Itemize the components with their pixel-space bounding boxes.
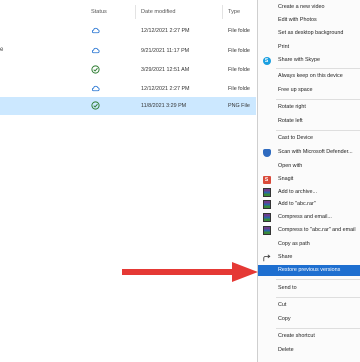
menu-item-label: Set as desktop background xyxy=(278,30,344,36)
menu-item[interactable]: Always keep on this device xyxy=(258,71,360,82)
menu-item-label: Restore previous versions xyxy=(278,267,341,273)
row-name-fragment: e xyxy=(0,47,4,53)
menu-separator xyxy=(276,279,360,280)
menu-item-label: Share xyxy=(278,254,293,260)
menu-item-label: Rotate right xyxy=(278,104,306,110)
rar-icon xyxy=(262,188,271,197)
menu-item-label: Delete xyxy=(278,347,294,353)
rar-icon xyxy=(262,213,271,222)
file-row[interactable]: 12/12/2021 2:27 PM File folde xyxy=(0,22,256,40)
menu-item[interactable]: Restore previous versions xyxy=(258,265,360,276)
menu-item-label: Copy as path xyxy=(278,241,310,247)
column-divider[interactable] xyxy=(135,5,136,19)
menu-item[interactable]: Rotate right xyxy=(258,102,360,113)
menu-item[interactable]: Cut xyxy=(258,300,360,311)
menu-item-label: Open with xyxy=(278,163,303,169)
menu-item[interactable]: Free up space xyxy=(258,85,360,96)
menu-item[interactable]: S Snagit xyxy=(258,174,360,185)
menu-item-label: Snagit xyxy=(278,176,294,182)
context-menu: Create a new video Edit with Photos Set as… xyxy=(257,0,360,362)
type-cell: File folde xyxy=(228,67,250,73)
menu-item-label: Free up space xyxy=(278,87,313,93)
menu-separator xyxy=(276,297,360,298)
menu-item[interactable]: S Share with Skype xyxy=(258,55,360,66)
menu-item[interactable]: Print xyxy=(258,42,360,53)
column-divider[interactable] xyxy=(222,5,223,19)
snagit-icon: S xyxy=(262,175,271,184)
menu-item-label: Cut xyxy=(278,302,287,308)
menu-item-label: Cast to Device xyxy=(278,135,314,141)
column-header-date-modified[interactable]: Date modified xyxy=(141,9,176,15)
type-cell: File folde xyxy=(228,86,250,92)
menu-item-label: Create shortcut xyxy=(278,333,315,339)
menu-item[interactable]: Add to archive... xyxy=(258,187,360,198)
menu-item[interactable]: Send to xyxy=(258,283,360,294)
file-row[interactable]: 12/12/2021 2:27 PM File folde xyxy=(0,80,256,98)
arrow-head xyxy=(232,262,258,282)
menu-item-label: Copy xyxy=(278,316,291,322)
menu-item[interactable]: Cast to Device xyxy=(258,133,360,144)
date-modified-cell: 3/29/2021 12:51 AM xyxy=(141,67,190,73)
menu-item[interactable]: Open with xyxy=(258,161,360,172)
check-icon xyxy=(91,65,100,74)
date-modified-cell: 12/12/2021 2:27 PM xyxy=(141,28,190,34)
menu-separator xyxy=(276,68,360,69)
menu-item-label: Rotate left xyxy=(278,118,303,124)
menu-item-label: Print xyxy=(278,44,290,50)
type-cell: PNG File xyxy=(228,103,250,109)
menu-item[interactable]: Copy as path xyxy=(258,239,360,250)
date-modified-cell: 9/21/2021 11:17 PM xyxy=(141,48,190,54)
menu-item[interactable]: Compress to "abc.rar" and email xyxy=(258,225,360,236)
menu-item[interactable]: Create shortcut xyxy=(258,331,360,342)
menu-separator xyxy=(276,328,360,329)
defender-icon xyxy=(262,148,271,157)
menu-item[interactable]: Set as desktop background xyxy=(258,28,360,39)
menu-item[interactable]: Create a new video xyxy=(258,2,360,13)
menu-item[interactable]: Edit with Photos xyxy=(258,15,360,26)
red-arrow-annotation xyxy=(122,262,258,282)
menu-item[interactable]: Compress and email... xyxy=(258,212,360,223)
file-row[interactable]: 11/8/2021 3:29 PM PNG File xyxy=(0,97,256,115)
menu-item-label: Send to xyxy=(278,285,297,291)
cloud-icon xyxy=(91,27,100,34)
menu-item[interactable]: Share xyxy=(258,252,360,263)
check-icon xyxy=(91,101,100,110)
column-header-status[interactable]: Status xyxy=(91,9,107,15)
menu-item[interactable]: Scan with Microsoft Defender... xyxy=(258,147,360,158)
file-row[interactable]: e 9/21/2021 11:17 PM File folde xyxy=(0,42,256,60)
menu-item[interactable]: Delete xyxy=(258,345,360,356)
menu-item-label: Compress to "abc.rar" and email xyxy=(278,227,356,233)
menu-separator xyxy=(276,99,360,100)
date-modified-cell: 11/8/2021 3:29 PM xyxy=(141,103,187,109)
menu-item-label: Scan with Microsoft Defender... xyxy=(278,149,353,155)
menu-item[interactable]: Add to "abc.rar" xyxy=(258,199,360,210)
column-header-type[interactable]: Type xyxy=(228,9,240,15)
menu-item-label: Add to "abc.rar" xyxy=(278,201,316,207)
menu-item-label: Compress and email... xyxy=(278,214,332,220)
type-cell: File folde xyxy=(228,48,250,54)
rar-icon xyxy=(262,226,271,235)
menu-item-label: Create a new video xyxy=(278,4,325,10)
rar-icon xyxy=(262,200,271,209)
menu-item[interactable]: Rotate left xyxy=(258,116,360,127)
cloud-icon xyxy=(91,47,100,54)
menu-item-label: Edit with Photos xyxy=(278,17,317,23)
menu-item[interactable]: Copy xyxy=(258,314,360,325)
share-icon xyxy=(262,253,271,262)
menu-item-label: Add to archive... xyxy=(278,189,317,195)
file-row[interactable]: 3/29/2021 12:51 AM File folde xyxy=(0,61,256,79)
menu-separator xyxy=(276,130,360,131)
skype-icon: S xyxy=(262,56,271,65)
menu-item-label: Always keep on this device xyxy=(278,73,343,79)
cloud-icon xyxy=(91,85,100,92)
arrow-shaft xyxy=(122,269,234,275)
menu-item-label: Share with Skype xyxy=(278,57,320,63)
type-cell: File folde xyxy=(228,28,250,34)
date-modified-cell: 12/12/2021 2:27 PM xyxy=(141,86,190,92)
